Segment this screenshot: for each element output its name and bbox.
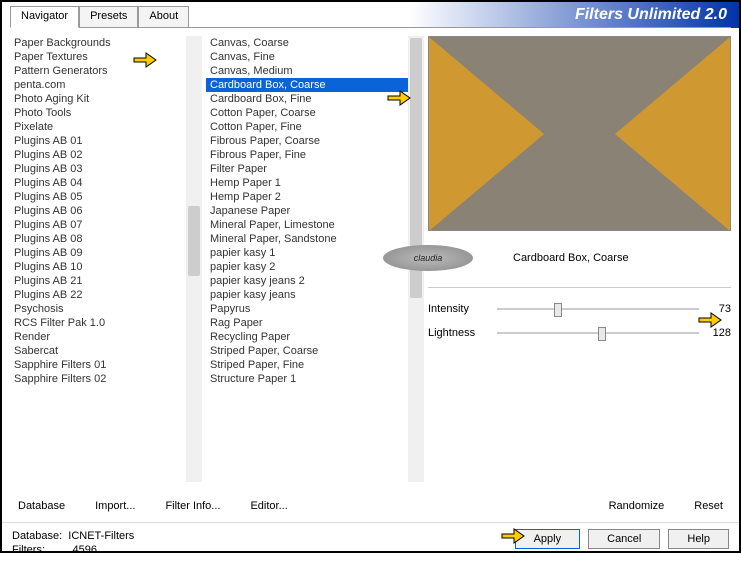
- list-item[interactable]: Plugins AB 04: [10, 176, 202, 190]
- list-item[interactable]: Plugins AB 21: [10, 274, 202, 288]
- param-intensity: Intensity 73: [428, 300, 731, 318]
- editor-button[interactable]: Editor...: [244, 498, 293, 514]
- list-item[interactable]: Sapphire Filters 01: [10, 358, 202, 372]
- randomize-button[interactable]: Randomize: [603, 498, 671, 514]
- list-item[interactable]: Sapphire Filters 02: [10, 372, 202, 386]
- intensity-label: Intensity: [428, 303, 493, 315]
- list-item[interactable]: Fibrous Paper, Coarse: [206, 134, 424, 148]
- list-item[interactable]: Paper Backgrounds: [10, 36, 202, 50]
- selected-filter-name: Cardboard Box, Coarse: [513, 252, 629, 264]
- list-item[interactable]: Striped Paper, Coarse: [206, 344, 424, 358]
- list-item[interactable]: Filter Paper: [206, 162, 424, 176]
- list-item[interactable]: Canvas, Fine: [206, 50, 424, 64]
- window-title: Filters Unlimited 2.0: [189, 2, 739, 28]
- list-item[interactable]: Plugins AB 03: [10, 162, 202, 176]
- lightness-label: Lightness: [428, 327, 493, 339]
- list-item[interactable]: Plugins AB 09: [10, 246, 202, 260]
- intensity-slider[interactable]: [497, 308, 699, 310]
- list-item[interactable]: Canvas, Coarse: [206, 36, 424, 50]
- list-item[interactable]: Photo Tools: [10, 106, 202, 120]
- list-item[interactable]: Hemp Paper 1: [206, 176, 424, 190]
- lightness-slider[interactable]: [497, 332, 699, 334]
- list-item[interactable]: Plugins AB 01: [10, 134, 202, 148]
- list-item[interactable]: penta.com: [10, 78, 202, 92]
- filter-info-button[interactable]: Filter Info...: [159, 498, 226, 514]
- list-item[interactable]: Japanese Paper: [206, 204, 424, 218]
- list-item[interactable]: Psychosis: [10, 302, 202, 316]
- list-item[interactable]: Plugins AB 02: [10, 148, 202, 162]
- list-item[interactable]: Photo Aging Kit: [10, 92, 202, 106]
- list-item[interactable]: Pixelate: [10, 120, 202, 134]
- list-item[interactable]: Papyrus: [206, 302, 424, 316]
- list-item[interactable]: Rag Paper: [206, 316, 424, 330]
- list-item[interactable]: Mineral Paper, Sandstone: [206, 232, 424, 246]
- category-list[interactable]: Paper BackgroundsPaper TexturesPattern G…: [10, 36, 202, 482]
- list-item[interactable]: Plugins AB 05: [10, 190, 202, 204]
- list-item[interactable]: papier kasy jeans 2: [206, 274, 424, 288]
- list-item[interactable]: papier kasy jeans: [206, 288, 424, 302]
- list-item[interactable]: Sabercat: [10, 344, 202, 358]
- tab-about[interactable]: About: [138, 6, 189, 28]
- list-item[interactable]: RCS Filter Pak 1.0: [10, 316, 202, 330]
- list-item[interactable]: Render: [10, 330, 202, 344]
- pointer-icon: [386, 86, 412, 111]
- list-item[interactable]: Pattern Generators: [10, 64, 202, 78]
- list-item[interactable]: Paper Textures: [10, 50, 202, 64]
- pointer-icon: [500, 524, 526, 549]
- reset-button[interactable]: Reset: [688, 498, 729, 514]
- param-lightness: Lightness 128: [428, 324, 731, 342]
- list-item[interactable]: Striped Paper, Fine: [206, 358, 424, 372]
- database-button[interactable]: Database: [12, 498, 71, 514]
- list-item[interactable]: Recycling Paper: [206, 330, 424, 344]
- scrollbar-categories[interactable]: [186, 36, 202, 482]
- list-item[interactable]: Hemp Paper 2: [206, 190, 424, 204]
- cancel-button[interactable]: Cancel: [588, 529, 660, 549]
- tab-navigator[interactable]: Navigator: [10, 6, 79, 28]
- list-item[interactable]: Structure Paper 1: [206, 372, 424, 386]
- list-item[interactable]: Mineral Paper, Limestone: [206, 218, 424, 232]
- list-item[interactable]: Fibrous Paper, Fine: [206, 148, 424, 162]
- list-item[interactable]: Plugins AB 06: [10, 204, 202, 218]
- list-item[interactable]: Plugins AB 08: [10, 232, 202, 246]
- list-item[interactable]: Canvas, Medium: [206, 64, 424, 78]
- pointer-icon: [697, 308, 723, 333]
- import-button[interactable]: Import...: [89, 498, 141, 514]
- list-item[interactable]: Cotton Paper, Fine: [206, 120, 424, 134]
- list-item[interactable]: Plugins AB 22: [10, 288, 202, 302]
- pointer-icon: [132, 48, 158, 73]
- list-item[interactable]: Plugins AB 10: [10, 260, 202, 274]
- watermark: claudia: [383, 245, 473, 271]
- filter-preview: [428, 36, 731, 231]
- list-item[interactable]: Plugins AB 07: [10, 218, 202, 232]
- tab-presets[interactable]: Presets: [79, 6, 138, 28]
- help-button[interactable]: Help: [668, 529, 729, 549]
